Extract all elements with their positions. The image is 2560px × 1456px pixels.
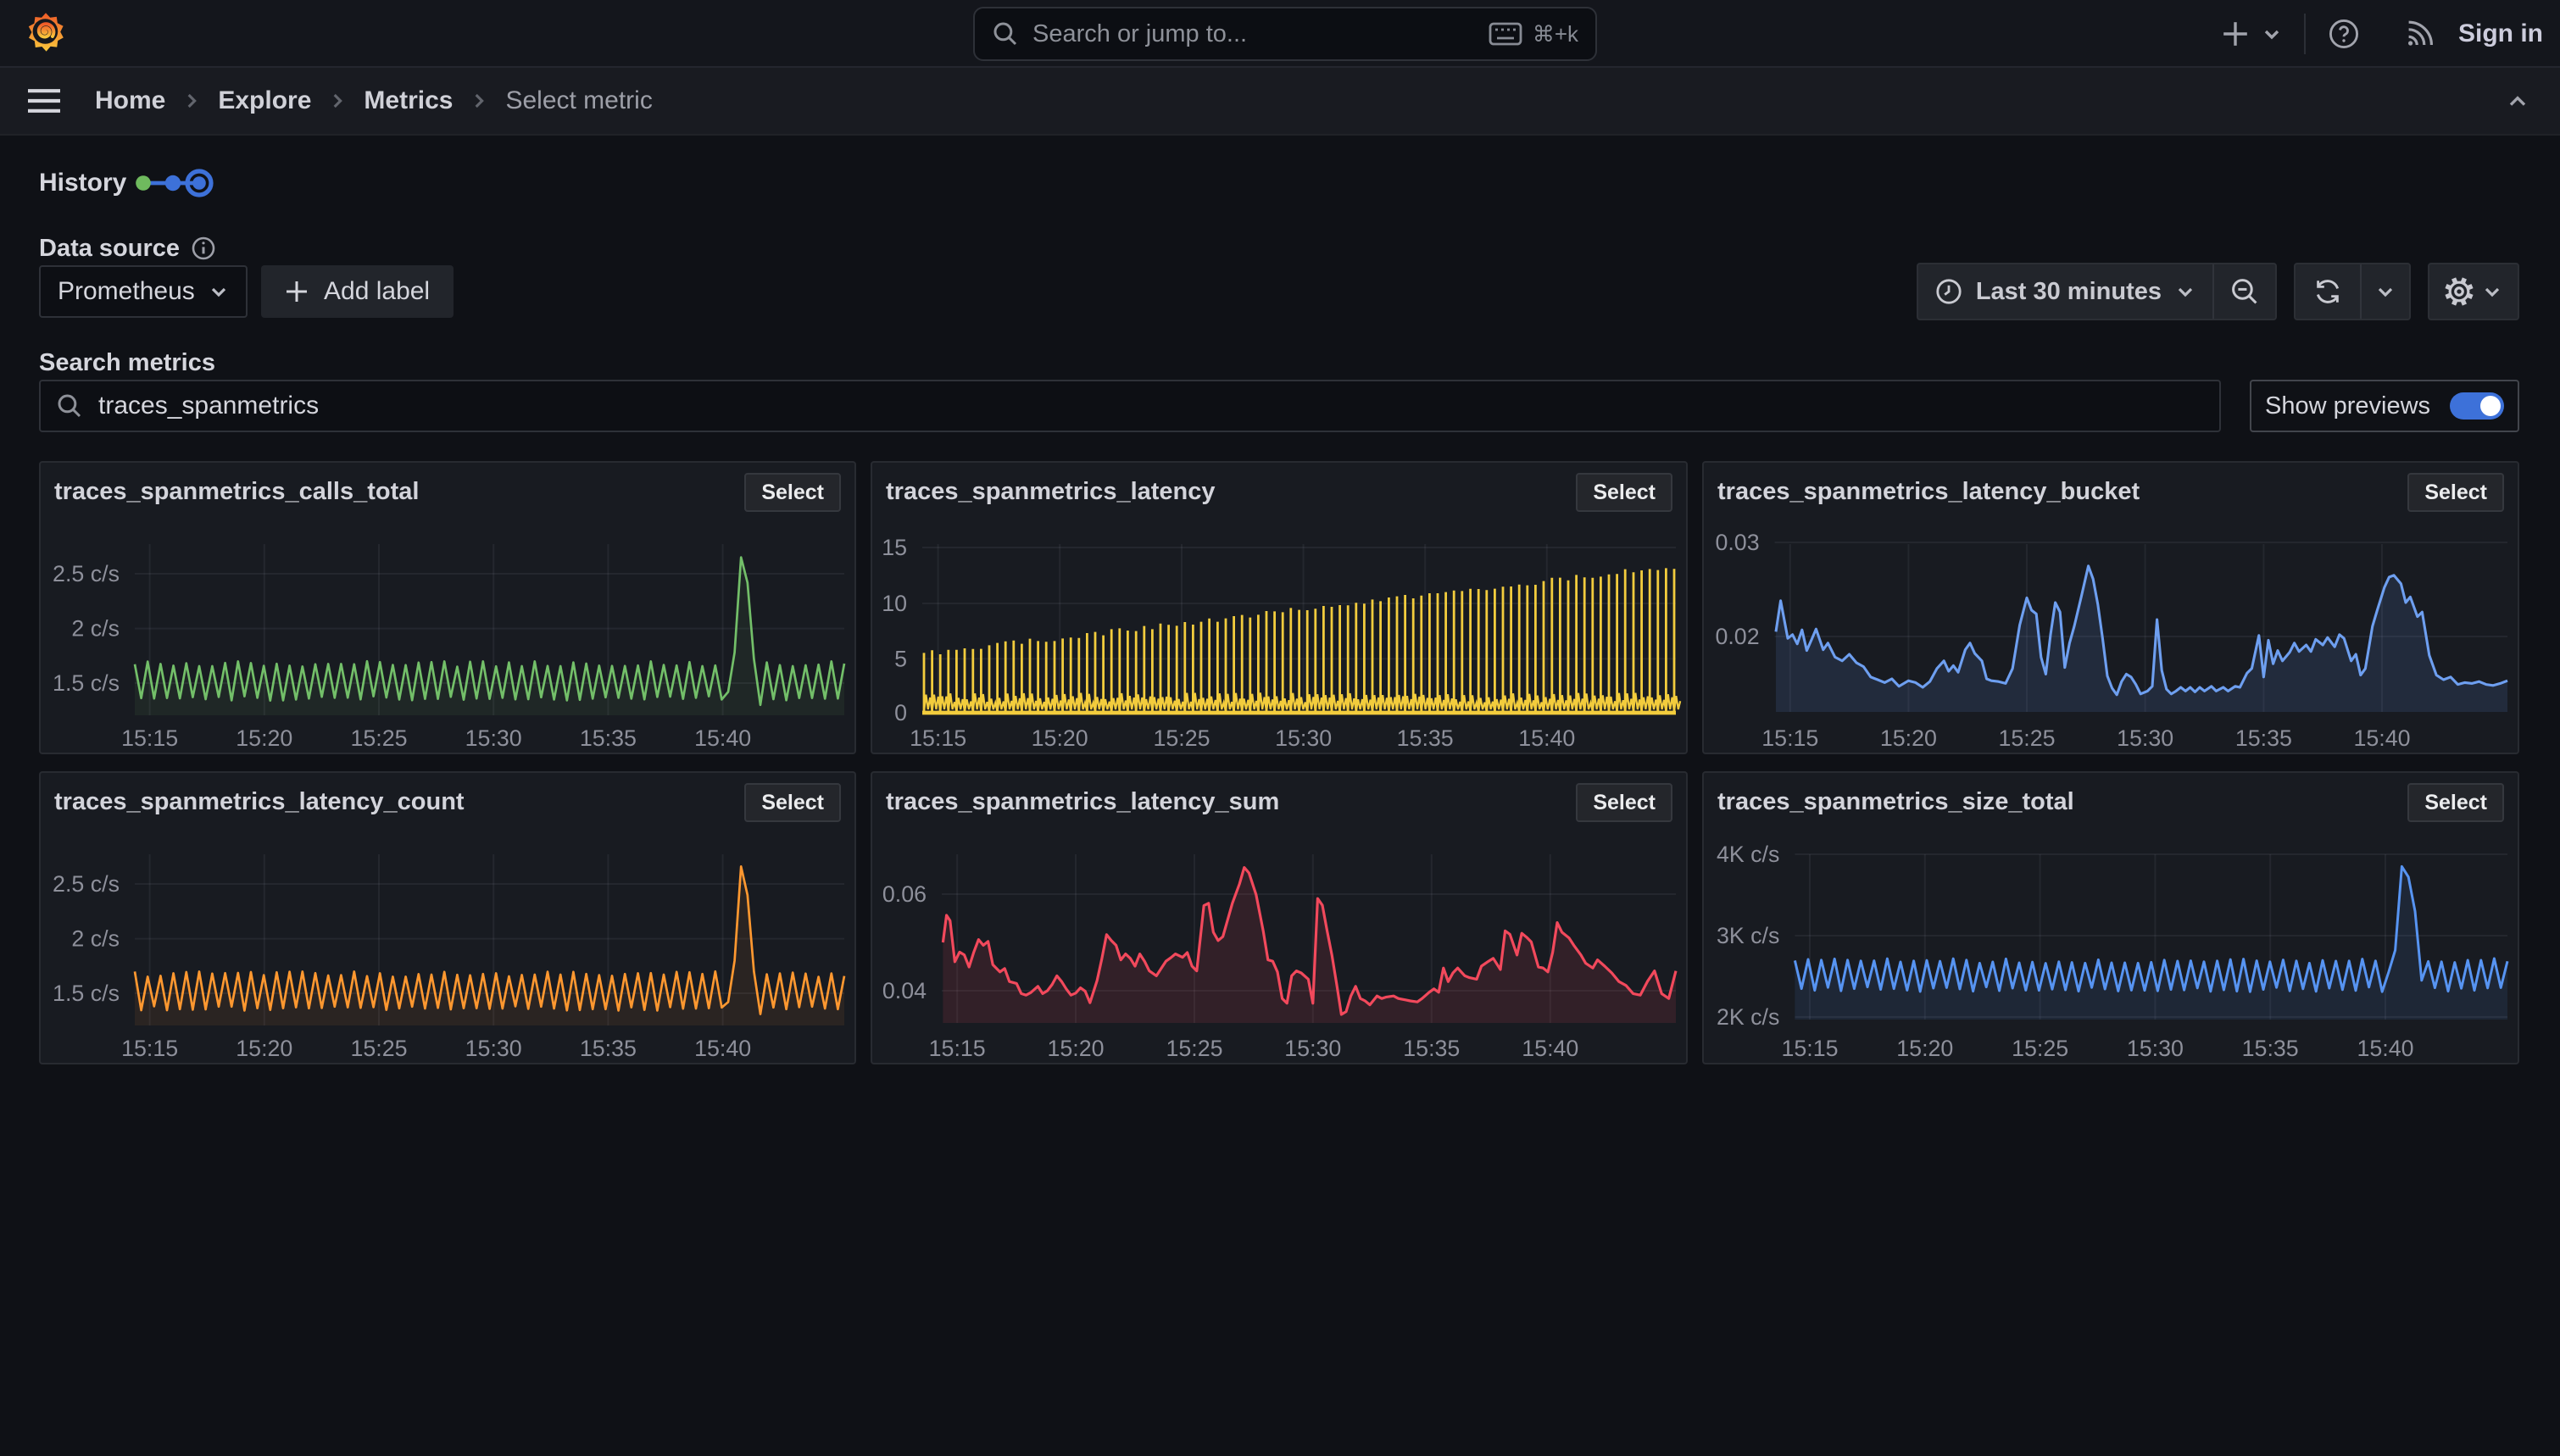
svg-text:15:20: 15:20: [236, 725, 292, 751]
svg-text:15:25: 15:25: [1998, 725, 2055, 751]
svg-text:15:40: 15:40: [694, 1036, 751, 1061]
svg-text:15:20: 15:20: [1896, 1036, 1953, 1061]
svg-text:15:30: 15:30: [2117, 725, 2173, 751]
svg-text:15:40: 15:40: [1518, 725, 1575, 751]
svg-text:10: 10: [882, 591, 907, 616]
svg-text:0: 0: [894, 700, 907, 725]
svg-text:15:35: 15:35: [1397, 725, 1454, 751]
svg-text:15:15: 15:15: [910, 725, 966, 751]
svg-text:15:30: 15:30: [465, 1036, 522, 1061]
svg-text:15:20: 15:20: [1047, 1036, 1104, 1061]
svg-text:4K c/s: 4K c/s: [1717, 842, 1779, 867]
svg-text:0.06: 0.06: [882, 881, 927, 907]
svg-text:15:30: 15:30: [1284, 1036, 1341, 1061]
svg-text:15:20: 15:20: [1032, 725, 1088, 751]
svg-text:3K c/s: 3K c/s: [1717, 923, 1779, 948]
svg-text:15:15: 15:15: [121, 1036, 178, 1061]
svg-text:5: 5: [894, 646, 907, 671]
svg-text:15:40: 15:40: [694, 725, 751, 751]
svg-text:1.5 c/s: 1.5 c/s: [53, 670, 120, 696]
svg-text:15:20: 15:20: [1880, 725, 1937, 751]
svg-text:2.5 c/s: 2.5 c/s: [53, 561, 120, 586]
svg-text:15:25: 15:25: [2012, 1036, 2068, 1061]
svg-text:15:35: 15:35: [2242, 1036, 2299, 1061]
svg-text:15:30: 15:30: [2127, 1036, 2184, 1061]
svg-text:0.03: 0.03: [1715, 530, 1759, 555]
svg-text:0.04: 0.04: [882, 978, 927, 1003]
svg-text:2K c/s: 2K c/s: [1717, 1004, 1779, 1030]
svg-text:15:40: 15:40: [2353, 725, 2410, 751]
svg-text:15:20: 15:20: [236, 1036, 292, 1061]
svg-text:15:30: 15:30: [1275, 725, 1332, 751]
svg-text:15:25: 15:25: [1153, 725, 1210, 751]
svg-text:15:35: 15:35: [2235, 725, 2292, 751]
svg-text:15:40: 15:40: [2357, 1036, 2413, 1061]
svg-text:15:35: 15:35: [1403, 1036, 1460, 1061]
svg-text:15:15: 15:15: [929, 1036, 986, 1061]
svg-text:15:15: 15:15: [1781, 1036, 1838, 1061]
svg-text:15:25: 15:25: [350, 1036, 407, 1061]
svg-text:2 c/s: 2 c/s: [71, 615, 120, 641]
svg-text:15:15: 15:15: [121, 725, 178, 751]
svg-text:15:35: 15:35: [580, 725, 637, 751]
svg-text:15:25: 15:25: [1166, 1036, 1222, 1061]
svg-text:2.5 c/s: 2.5 c/s: [53, 871, 120, 897]
svg-text:2 c/s: 2 c/s: [71, 925, 120, 951]
svg-text:15:25: 15:25: [350, 725, 407, 751]
svg-text:15:30: 15:30: [465, 725, 522, 751]
svg-text:15:40: 15:40: [1522, 1036, 1578, 1061]
svg-text:0.02: 0.02: [1715, 624, 1759, 649]
svg-text:15:15: 15:15: [1761, 725, 1818, 751]
svg-text:15: 15: [882, 535, 907, 560]
svg-text:15:35: 15:35: [580, 1036, 637, 1061]
svg-text:1.5 c/s: 1.5 c/s: [53, 981, 120, 1006]
